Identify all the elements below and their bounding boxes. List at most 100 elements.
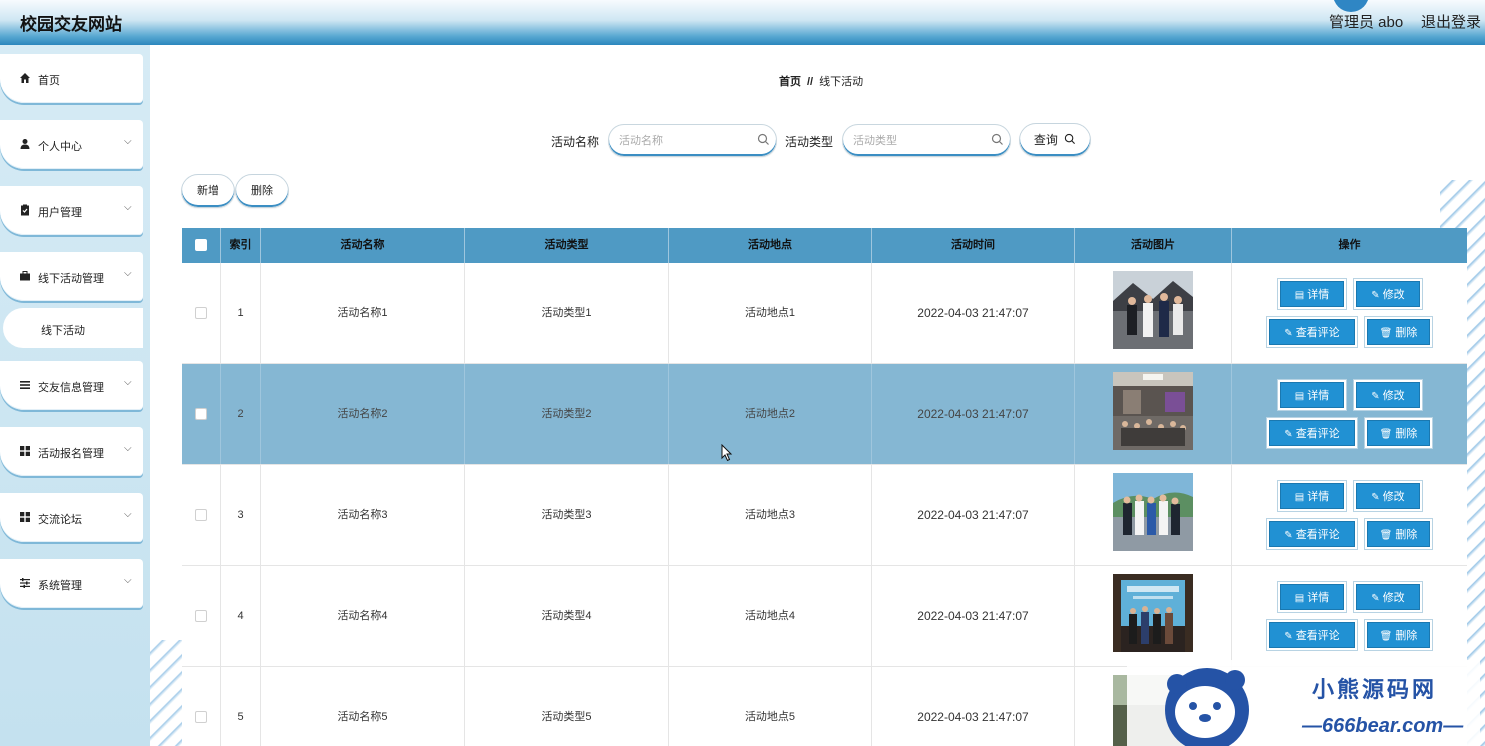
row-select-cell (182, 667, 221, 746)
pencil-icon: ✎ (1284, 631, 1293, 642)
logout-link[interactable]: 退出登录 (1421, 11, 1481, 32)
activity-type-input[interactable] (853, 133, 988, 149)
index-cell: 5 (221, 667, 261, 746)
chevron-down-icon: ⌵ (124, 136, 132, 147)
index-cell: 1 (221, 263, 261, 363)
chevron-down-icon: ⌵ (124, 443, 132, 454)
trash-icon: 🗑 (1379, 328, 1393, 339)
activity-image[interactable] (1113, 372, 1193, 450)
detail-button[interactable]: ▤ 详情 (1280, 584, 1344, 610)
time-cell: 2022-04-03 21:47:07 (872, 667, 1075, 746)
place-cell: 活动地点2 (669, 364, 872, 464)
detail-button-label: 详情 (1307, 592, 1330, 604)
decorative-stripes (150, 640, 182, 746)
batch-delete-button[interactable]: 删除 (235, 174, 289, 208)
detail-button-label: 详情 (1307, 390, 1330, 402)
row-checkbox[interactable] (195, 509, 207, 521)
sidebar-item-personal-center[interactable]: 个人中心 ⌵ (0, 120, 143, 169)
sidebar-item-home[interactable]: 首页 (0, 54, 143, 103)
admin-username: 管理员 abo (1329, 14, 1404, 31)
sidebar-item-forum[interactable]: 交流论坛 ⌵ (0, 493, 143, 542)
sidebar-item-label: 用户管理 (38, 207, 82, 219)
detail-button[interactable]: ▤ 详情 (1280, 483, 1344, 509)
sidebar-item-label: 线下活动 (41, 325, 85, 337)
sidebar-item-dating-info-management[interactable]: 交友信息管理 ⌵ (0, 361, 143, 410)
sidebar-item-offline-activity-management[interactable]: 线下活动管理 ⌵ (0, 252, 143, 301)
select-all-checkbox[interactable] (195, 239, 207, 251)
column-header: 索引 (221, 228, 261, 263)
table-header: 索引 活动名称 活动类型 活动地点 活动时间 活动图片 操作 (182, 228, 1467, 263)
pencil-icon: ✎ (1371, 492, 1380, 503)
table-row: 1 活动名称1 活动类型1 活动地点1 2022-04-03 21:47:07 … (182, 263, 1467, 364)
pencil-icon: ✎ (1371, 391, 1380, 402)
home-icon (19, 72, 31, 84)
view-comments-button[interactable]: ✎ 查看评论 (1269, 622, 1355, 648)
activity-image[interactable] (1113, 473, 1193, 551)
name-cell: 活动名称5 (261, 667, 465, 746)
column-header: 活动地点 (669, 228, 872, 263)
breadcrumb-home[interactable]: 首页 (779, 76, 801, 88)
type-cell: 活动类型2 (465, 364, 669, 464)
add-button[interactable]: 新增 (181, 174, 235, 208)
row-select-cell (182, 465, 221, 565)
row-checkbox[interactable] (195, 307, 207, 319)
view-comments-button[interactable]: ✎ 查看评论 (1269, 319, 1355, 345)
row-checkbox[interactable] (195, 610, 207, 622)
query-button-label: 查询 (1033, 133, 1058, 147)
activity-name-search[interactable] (608, 124, 777, 157)
time-cell: 2022-04-03 21:47:07 (872, 566, 1075, 666)
sidebar-subitem-offline-activity[interactable]: 线下活动 (3, 308, 143, 348)
edit-button[interactable]: ✎ 修改 (1356, 281, 1420, 307)
row-checkbox[interactable] (195, 408, 207, 420)
activity-image[interactable] (1113, 574, 1193, 652)
pencil-icon: ✎ (1284, 429, 1293, 440)
document-icon: ▤ (1294, 290, 1305, 301)
delete-button[interactable]: 🗑 删除 (1367, 319, 1430, 345)
delete-button[interactable]: 🗑 删除 (1367, 622, 1430, 648)
sidebar-item-label: 首页 (38, 75, 60, 87)
detail-button[interactable]: ▤ 详情 (1280, 281, 1344, 307)
mouse-cursor-icon (721, 443, 733, 467)
grid-icon (19, 445, 31, 457)
view-comments-label: 查看评论 (1295, 428, 1340, 440)
edit-button-label: 修改 (1382, 390, 1405, 402)
chevron-down-icon: ⌵ (124, 268, 132, 279)
row-checkbox[interactable] (195, 711, 207, 723)
edit-button[interactable]: ✎ 修改 (1356, 483, 1420, 509)
view-comments-label: 查看评论 (1295, 630, 1340, 642)
trash-icon: 🗑 (1379, 530, 1393, 541)
search-icon (1064, 125, 1076, 157)
chevron-down-icon: ⌵ (124, 509, 132, 520)
detail-button[interactable]: ▤ 详情 (1280, 382, 1344, 408)
document-icon: ▤ (1294, 492, 1305, 503)
sidebar-item-activity-signup-management[interactable]: 活动报名管理 ⌵ (0, 427, 143, 476)
delete-button[interactable]: 🗑 删除 (1367, 521, 1430, 547)
chevron-down-icon: ⌵ (124, 377, 132, 388)
type-cell: 活动类型5 (465, 667, 669, 746)
view-comments-button[interactable]: ✎ 查看评论 (1269, 420, 1355, 446)
site-title: 校园交友网站 (20, 15, 122, 34)
sidebar-item-user-management[interactable]: 用户管理 ⌵ (0, 186, 143, 235)
time-cell: 2022-04-03 21:47:07 (872, 263, 1075, 363)
sidebar-item-label: 交流论坛 (38, 514, 82, 526)
sidebar-item-label: 个人中心 (38, 141, 82, 153)
edit-button[interactable]: ✎ 修改 (1356, 584, 1420, 610)
activity-image[interactable] (1113, 271, 1193, 349)
watermark: 小熊源码网 —666bear.com— (1127, 660, 1480, 746)
sidebar-item-system-management[interactable]: 系统管理 ⌵ (0, 559, 143, 608)
query-button[interactable]: 查询 (1019, 123, 1091, 157)
column-header: 活动名称 (261, 228, 465, 263)
edit-button[interactable]: ✎ 修改 (1356, 382, 1420, 408)
delete-button[interactable]: 🗑 删除 (1367, 420, 1430, 446)
document-icon: ▤ (1294, 593, 1305, 604)
time-cell: 2022-04-03 21:47:07 (872, 465, 1075, 565)
place-cell: 活动地点1 (669, 263, 872, 363)
activity-name-input[interactable] (619, 133, 754, 149)
sidebar-item-label: 线下活动管理 (38, 273, 104, 285)
type-cell: 活动类型4 (465, 566, 669, 666)
view-comments-button[interactable]: ✎ 查看评论 (1269, 521, 1355, 547)
sidebar-item-label: 交友信息管理 (38, 382, 104, 394)
time-cell: 2022-04-03 21:47:07 (872, 364, 1075, 464)
activity-type-search[interactable] (842, 124, 1011, 157)
delete-button-label: 删除 (1395, 529, 1418, 541)
